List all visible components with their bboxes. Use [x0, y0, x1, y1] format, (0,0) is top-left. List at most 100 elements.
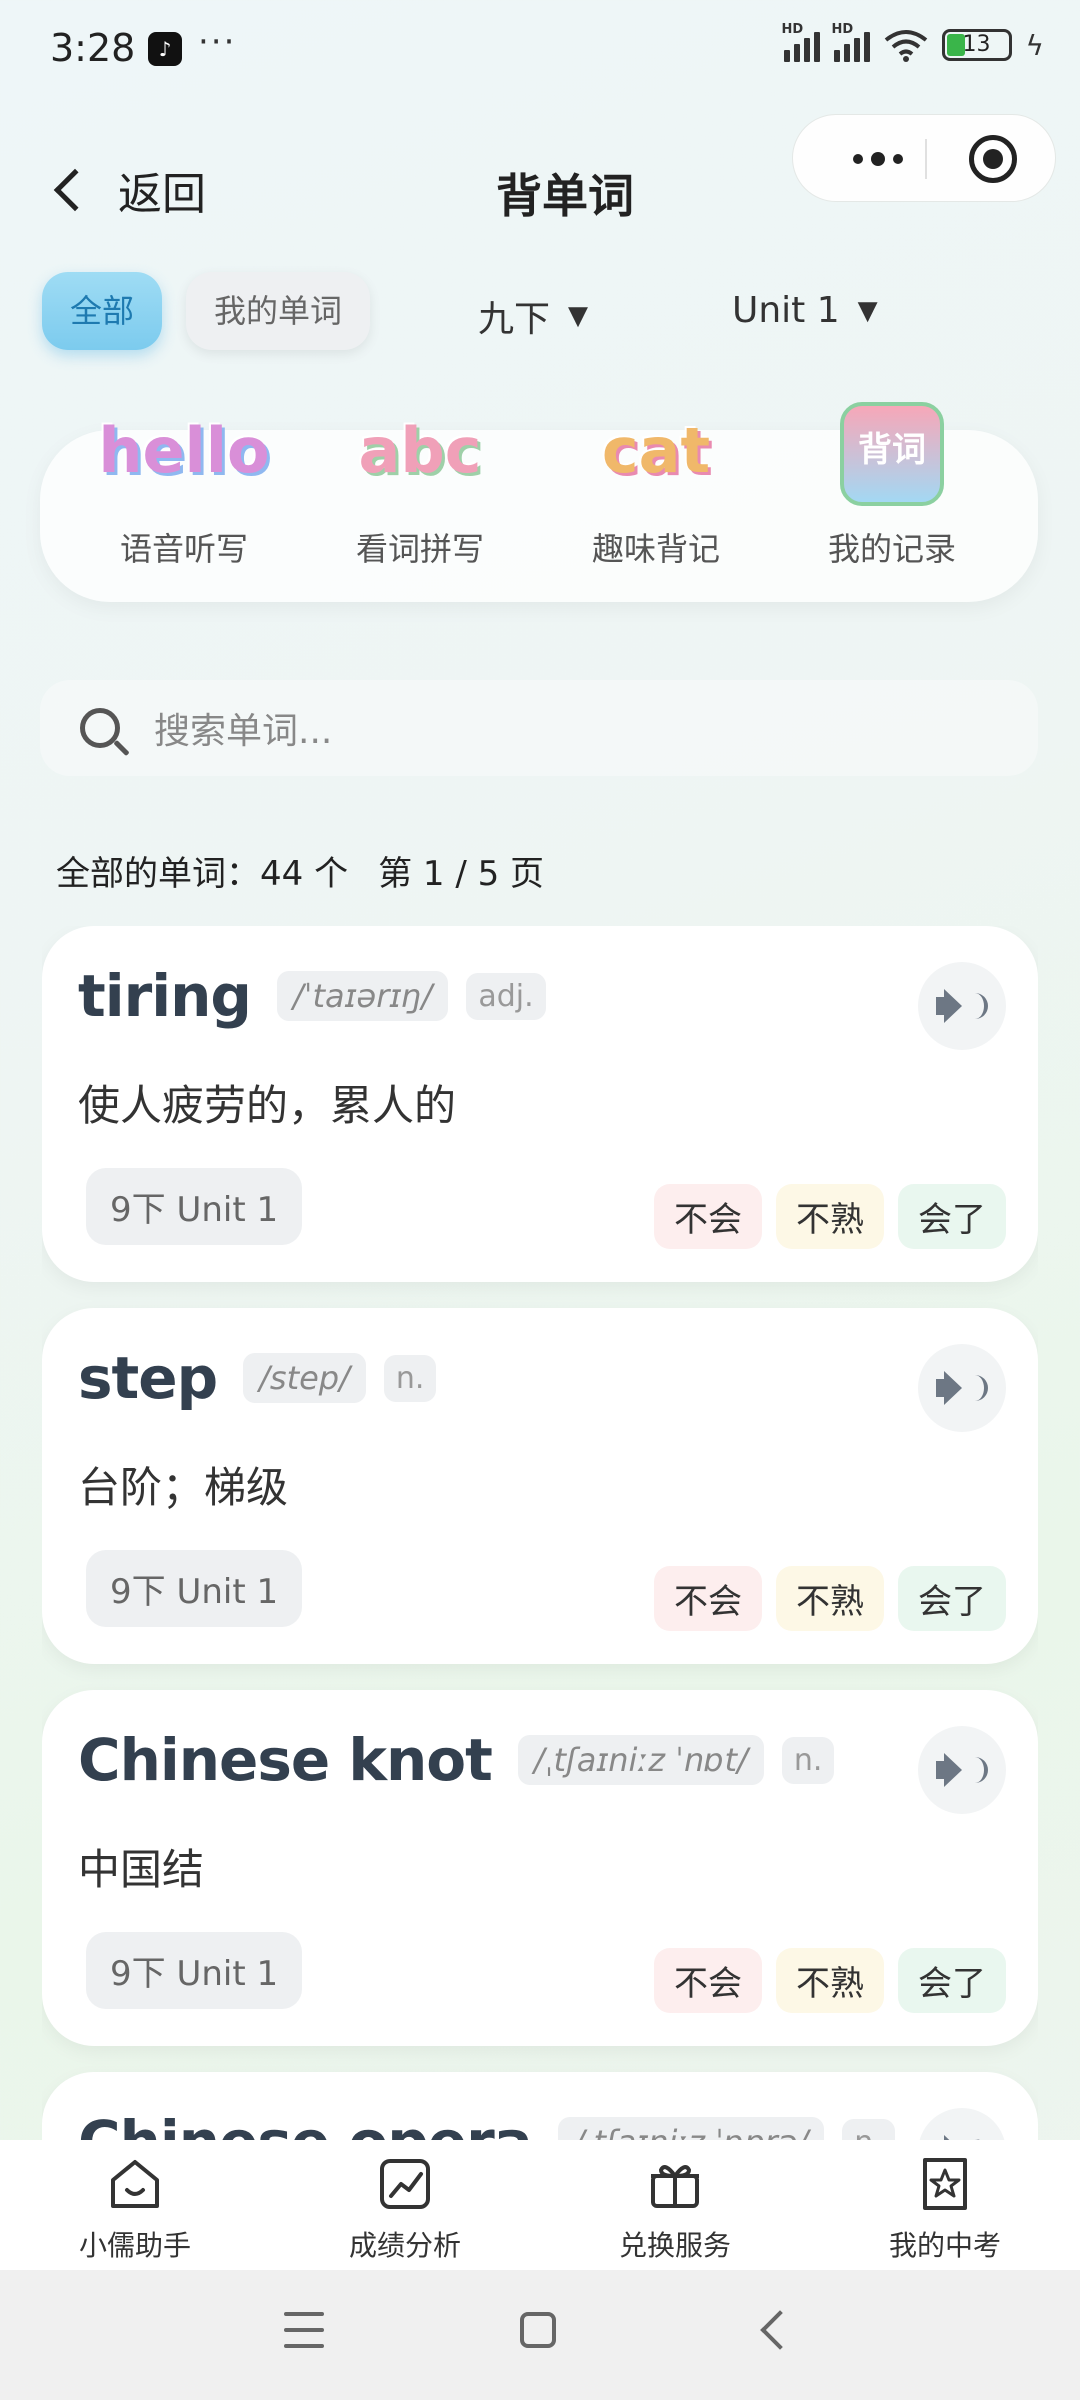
word-unit-badge: 9下 Unit 1	[86, 1550, 303, 1627]
hello-art-icon: hello	[98, 413, 270, 487]
dont-know-button[interactable]: 不会	[654, 1948, 762, 2013]
not-familiar-button[interactable]: 不熟	[776, 1948, 884, 2013]
word-card[interactable]: Chinese knot /ˌtʃaɪniːz ˈnɒt/ n. 中国结 9下 …	[42, 1690, 1038, 2046]
search-icon	[80, 708, 120, 748]
tabbar-item-my-exam[interactable]: 我的中考	[810, 2140, 1080, 2270]
word-card[interactable]: tiring /ˈtaɪərɪŋ/ adj. 使人疲劳的，累人的 9下 Unit…	[42, 926, 1038, 1282]
calendar-art-icon: 背词	[792, 390, 992, 510]
word-pos: n.	[781, 1736, 835, 1784]
word-count: 全部的单词：44 个	[56, 854, 349, 894]
word-phonetic: /ˌtʃaɪniːz ˈɒprə/	[557, 2117, 825, 2140]
speaker-icon[interactable]	[918, 1344, 1006, 1432]
gift-icon	[651, 2165, 699, 2208]
mode-fun-memorize[interactable]: cat 趣味背记	[556, 390, 756, 570]
recent-apps-icon[interactable]	[284, 2312, 324, 2348]
mode-label: 看词拼写	[355, 530, 484, 568]
mastery-buttons: 不会 不熟 会了	[654, 1184, 1006, 1249]
battery-icon: 13	[941, 29, 1012, 61]
cat-art-icon: cat	[601, 413, 711, 487]
word-pos: adj.	[466, 972, 546, 1020]
word-meaning: 中国结	[78, 1845, 205, 1894]
tabbar-item-exchange[interactable]: 兑换服务	[540, 2140, 810, 2270]
mode-see-spell[interactable]: abc 看词拼写	[320, 390, 520, 570]
charging-icon: ϟ	[1025, 28, 1044, 62]
status-bar: 3:28 ♪ ··· HD HD 13 ϟ	[0, 0, 1080, 100]
know-it-button[interactable]: 会了	[898, 1566, 1006, 1631]
battery-level: 13	[962, 32, 991, 57]
not-familiar-button[interactable]: 不熟	[776, 1184, 884, 1249]
page-indicator: 第 1 / 5 页	[378, 854, 545, 894]
tabbar-label: 成绩分析	[348, 2229, 461, 2262]
abc-art-icon: abc	[358, 413, 482, 487]
mode-label: 我的记录	[827, 530, 956, 568]
status-time: 3:28	[50, 26, 136, 70]
word-text: step	[78, 1344, 218, 1412]
home-button-icon[interactable]	[520, 2312, 556, 2348]
tabbar-item-scores[interactable]: 成绩分析	[270, 2140, 540, 2270]
speaker-icon[interactable]	[918, 2108, 1006, 2140]
page-title: 背单词	[496, 169, 634, 223]
word-phonetic: /step/	[243, 1353, 366, 1403]
wifi-icon	[884, 30, 927, 62]
speaker-icon[interactable]	[918, 962, 1006, 1050]
status-indicators: HD HD 13 ϟ	[782, 22, 1044, 62]
word-phonetic: /ˌtʃaɪniːz ˈnɒt/	[517, 1735, 764, 1785]
unit-dropdown[interactable]: Unit 1 ▼	[732, 290, 878, 331]
study-modes-panel: hello 语音听写 abc 看词拼写 cat 趣味背记 背词 我的记录	[40, 402, 1038, 602]
word-card[interactable]: step /step/ n. 台阶；梯级 9下 Unit 1 不会 不熟 会了	[42, 1308, 1038, 1664]
word-text: Chinese knot	[78, 1726, 493, 1794]
word-meaning: 使人疲劳的，累人的	[78, 1081, 457, 1130]
tabbar-label: 小儒助手	[78, 2229, 191, 2262]
speaker-icon[interactable]	[918, 1726, 1006, 1814]
word-header: tiring /ˈtaɪərɪŋ/ adj.	[78, 962, 546, 1030]
word-card[interactable]: Chinese opera /ˌtʃaɪniːz ˈɒprə/ n.	[42, 2072, 1038, 2140]
mode-listen-dictation[interactable]: hello 语音听写	[84, 390, 284, 570]
word-summary: 全部的单词：44 个 第 1 / 5 页	[56, 846, 544, 895]
bottom-tabbar: 小儒助手 成绩分析 兑换服务 我的中考	[0, 2140, 1080, 2270]
system-back-icon[interactable]	[760, 2310, 800, 2350]
dont-know-button[interactable]: 不会	[654, 1566, 762, 1631]
word-text: Chinese opera	[78, 2108, 533, 2140]
mastery-buttons: 不会 不熟 会了	[654, 1566, 1006, 1631]
signal-icon: HD	[782, 22, 820, 62]
word-meaning: 台阶；梯级	[78, 1463, 289, 1512]
dropdown-arrow-icon: ▼	[857, 295, 878, 326]
star-doc-icon	[923, 2158, 967, 2210]
know-it-button[interactable]: 会了	[898, 1184, 1006, 1249]
mode-my-records[interactable]: 背词 我的记录	[792, 390, 992, 570]
dont-know-button[interactable]: 不会	[654, 1184, 762, 1249]
grade-value: 九下	[478, 299, 551, 340]
word-scope-tabs: 全部 我的单词	[42, 272, 371, 350]
word-unit-badge: 9下 Unit 1	[86, 1168, 303, 1245]
tab-my-words[interactable]: 我的单词	[186, 272, 371, 350]
dropdown-arrow-icon: ▼	[568, 301, 589, 331]
chart-icon	[380, 2159, 430, 2209]
word-header: Chinese opera /ˌtʃaɪniːz ˈɒprə/ n.	[78, 2108, 895, 2140]
search-placeholder: 搜索单词...	[154, 711, 333, 752]
word-pos: n.	[842, 2118, 895, 2140]
not-familiar-button[interactable]: 不熟	[776, 1566, 884, 1631]
calendar-art-label: 背词	[840, 402, 944, 506]
signal-icon: HD	[832, 22, 870, 62]
word-header: step /step/ n.	[78, 1344, 437, 1412]
word-unit-badge: 9下 Unit 1	[86, 1932, 303, 2009]
tab-all[interactable]: 全部	[42, 272, 163, 350]
word-text: tiring	[78, 962, 252, 1030]
word-phonetic: /ˈtaɪərɪŋ/	[276, 971, 449, 1021]
word-header: Chinese knot /ˌtʃaɪniːz ˈnɒt/ n.	[78, 1726, 835, 1794]
tiktok-icon: ♪	[148, 32, 182, 66]
word-pos: n.	[383, 1354, 437, 1402]
status-more: ···	[198, 22, 237, 62]
tabbar-label: 我的中考	[888, 2229, 1001, 2262]
tabbar-label: 兑换服务	[618, 2229, 731, 2262]
search-input[interactable]: 搜索单词...	[40, 680, 1038, 776]
word-list[interactable]: tiring /ˈtaɪərɪŋ/ adj. 使人疲劳的，累人的 9下 Unit…	[42, 926, 1038, 2140]
home-icon	[111, 2160, 159, 2208]
unit-value: Unit 1	[732, 290, 840, 331]
system-navigation-bar	[0, 2270, 1080, 2400]
mode-label: 趣味背记	[591, 530, 720, 568]
tabbar-item-assistant[interactable]: 小儒助手	[0, 2140, 270, 2270]
grade-dropdown[interactable]: 九下 ▼	[478, 290, 588, 342]
mode-label: 语音听写	[119, 530, 248, 568]
know-it-button[interactable]: 会了	[898, 1948, 1006, 2013]
